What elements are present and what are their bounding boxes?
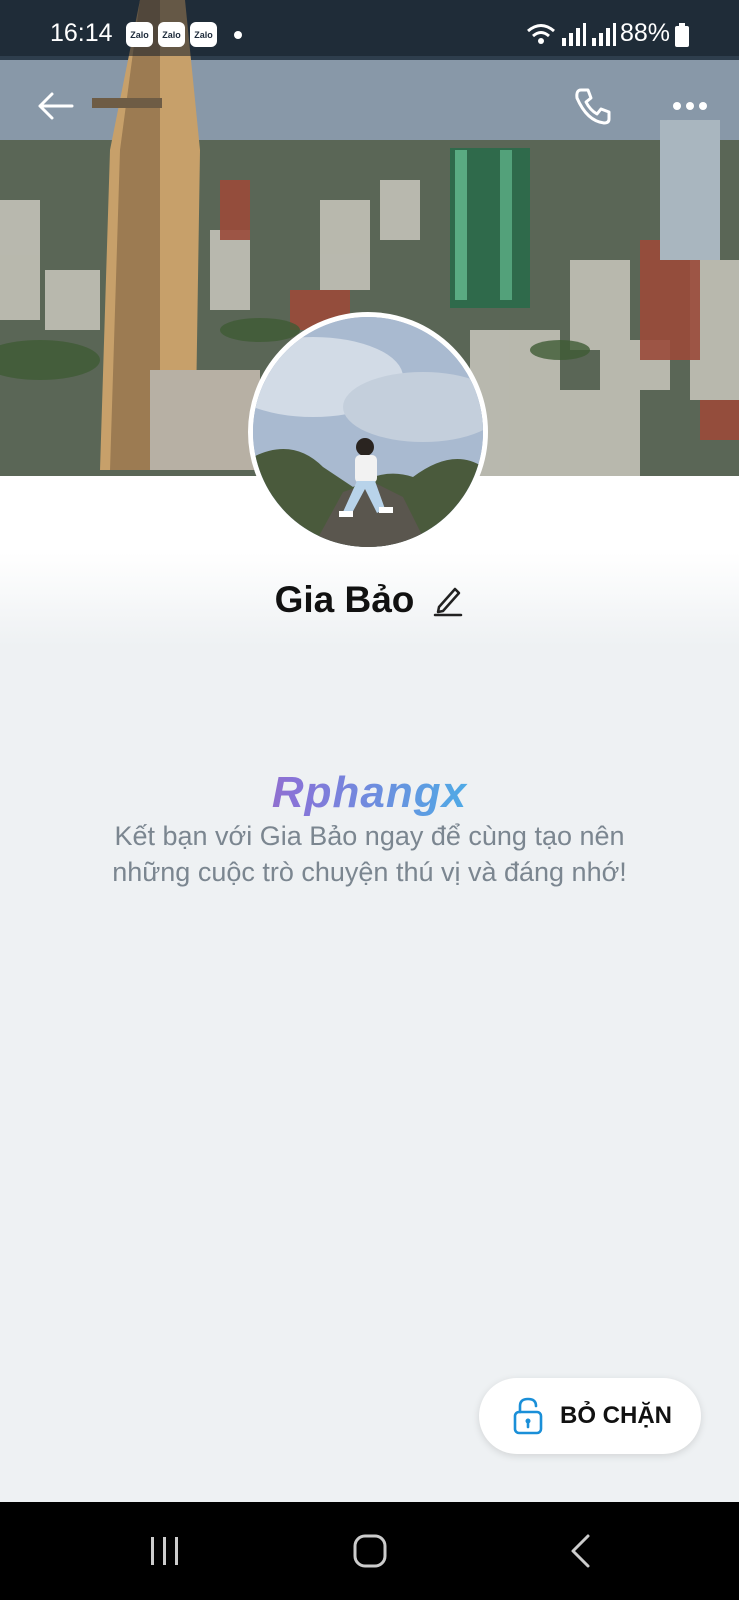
system-back-button[interactable]: [550, 1526, 610, 1576]
arrow-left-icon: [38, 92, 74, 120]
zalo-notification-icon: Zalo: [190, 22, 217, 47]
call-button[interactable]: [565, 78, 621, 134]
recent-apps-button[interactable]: [135, 1526, 195, 1576]
recent-apps-icon: [151, 1537, 178, 1565]
status-bar: 16:14 Zalo Zalo Zalo 88%: [0, 0, 739, 56]
system-navigation-bar: [0, 1502, 739, 1600]
zalo-notification-icon: Zalo: [126, 22, 153, 47]
back-button[interactable]: [28, 78, 84, 134]
battery-icon: [675, 23, 689, 47]
unblock-button[interactable]: BỎ CHẶN: [479, 1378, 701, 1454]
chevron-left-icon: [571, 1534, 590, 1568]
home-button[interactable]: [340, 1526, 400, 1576]
more-options-button[interactable]: [662, 78, 718, 134]
signal-icon: [562, 23, 586, 46]
watermark-text: Rphangx: [0, 768, 739, 818]
unlock-icon: [513, 1397, 543, 1435]
profile-name-row: Gia Bảo: [0, 574, 739, 626]
more-dots-icon: [673, 102, 707, 110]
avatar-image: [253, 317, 483, 547]
edit-name-button[interactable]: [432, 582, 464, 618]
wifi-icon: [527, 24, 555, 44]
battery-level: 88%: [620, 19, 671, 47]
profile-avatar[interactable]: [248, 312, 488, 552]
more-notifications-dot-icon: [234, 31, 242, 39]
profile-name: Gia Bảo: [274, 579, 415, 620]
zalo-notification-icon: Zalo: [158, 22, 185, 47]
home-icon: [353, 1534, 387, 1568]
pencil-icon: [434, 587, 463, 617]
status-time: 16:14: [50, 19, 113, 47]
add-friend-message: Kết bạn với Gia Bảo ngay để cùng tạo nên…: [112, 821, 627, 887]
unblock-label: BỎ CHẶN: [560, 1402, 672, 1429]
phone-icon: [575, 88, 611, 125]
signal-icon: [592, 23, 616, 46]
